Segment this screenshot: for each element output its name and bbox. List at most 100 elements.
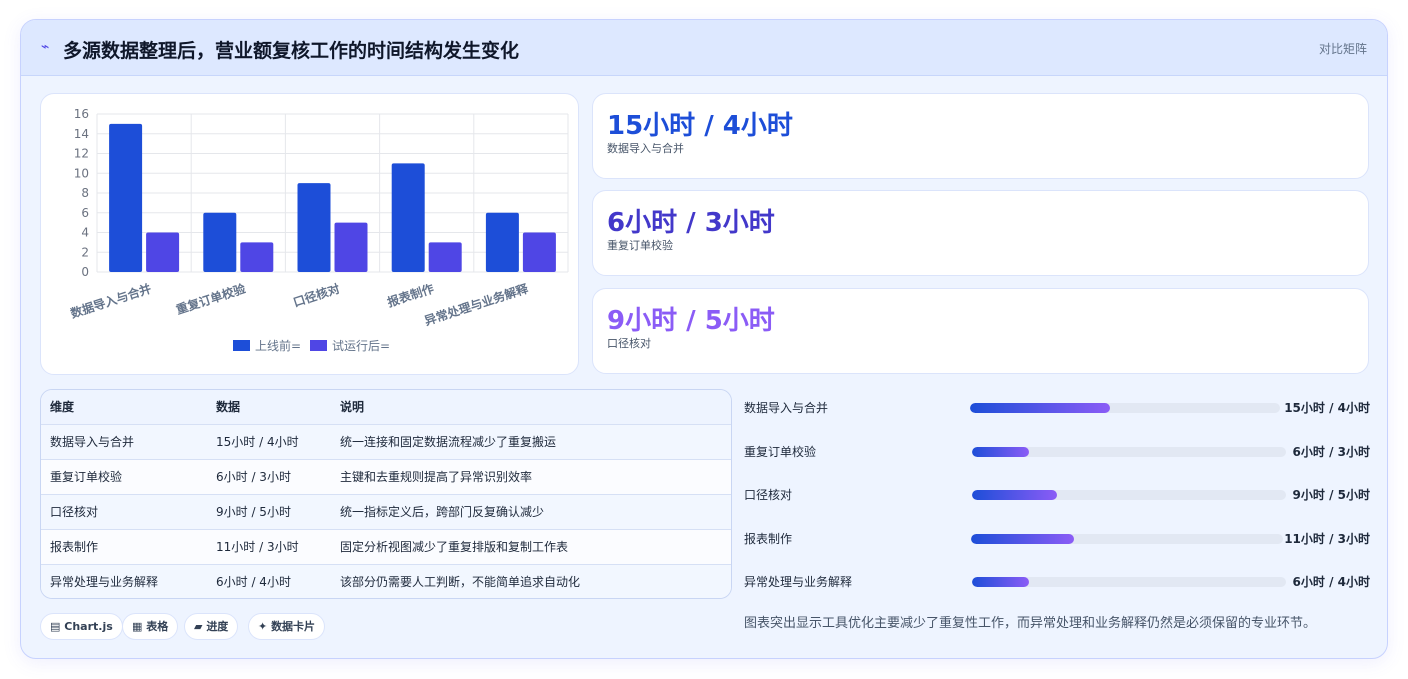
- bar-after: [334, 222, 368, 272]
- table-cell: 统一连接和固定数据流程减少了重复搬运: [331, 424, 731, 460]
- progress-label: 口径核对: [744, 488, 793, 502]
- stat-card-import: 15小时 / 4小时 数据导入与合并: [592, 93, 1369, 179]
- sparkle-icon: ✦: [258, 620, 268, 633]
- table-row: 报表制作 11小时 / 3小时 固定分析视图减少了重复排版和复制工作表: [41, 529, 731, 565]
- progress-fill: [970, 403, 1110, 413]
- bar-chart: 0 2 4 6 8 10 12 14 16 数据导入与合并 重复订单校验 口径核对 报表制作异常处理与业…: [68, 107, 569, 353]
- table-row: 口径核对 9小时 / 5小时 统一指标定义后，跨部门反复确认减少: [41, 494, 731, 530]
- x-tick-label: 数据导入与合并: [68, 281, 153, 321]
- table-cell: 该部分仍需要人工判断，不能简单追求自动化: [331, 564, 731, 598]
- x-tick-label: 报表制作: [385, 281, 435, 310]
- progress-track: [970, 403, 1280, 413]
- progress-value: 9小时 / 5小时: [1292, 488, 1370, 502]
- bar-after: [146, 232, 180, 272]
- bar-before: [391, 163, 425, 272]
- progress-value: 6小时 / 4小时: [1292, 575, 1370, 589]
- bar-chart-card: 0 2 4 6 8 10 12 14 16 数据导入与合并 重复订单校验 口径核对 报表制作 异常处理与业…: [40, 93, 579, 375]
- chip-data-cards[interactable]: ✦ 数据卡片: [248, 613, 326, 640]
- stat-label: 口径核对: [607, 337, 651, 350]
- bar-after: [240, 242, 274, 272]
- progress-row: 异常处理与业务解释 6小时 / 4小时: [744, 571, 1370, 591]
- chip-chartjs[interactable]: ▤ Chart.js: [40, 613, 123, 640]
- table-header-row: 维度 数据 说明: [41, 390, 731, 425]
- column-header: 说明: [331, 390, 731, 425]
- progress-fill: [972, 447, 1029, 457]
- table-row: 数据导入与合并 15小时 / 4小时 统一连接和固定数据流程减少了重复搬运: [41, 424, 731, 460]
- table-cell: 6小时 / 3小时: [207, 459, 331, 495]
- progress-label: 异常处理与业务解释: [744, 575, 853, 589]
- bar-before: [297, 183, 331, 272]
- column-header: 数据: [207, 390, 331, 425]
- legend-label: 上线前=: [255, 338, 301, 353]
- progress-label: 重复订单校验: [744, 445, 817, 459]
- table-cell: 15小时 / 4小时: [207, 424, 331, 460]
- progress-fill: [972, 490, 1057, 500]
- header-tag: 对比矩阵: [1318, 42, 1367, 56]
- progress-track: [971, 534, 1283, 544]
- table-cell: 重复订单校验: [41, 459, 207, 495]
- chip-label: 表格: [146, 620, 169, 633]
- y-tick-label: 14: [74, 127, 89, 141]
- stat-value: 15小时 / 4小时: [607, 111, 793, 141]
- bar-before: [485, 212, 519, 272]
- table-cell: 数据导入与合并: [41, 424, 207, 460]
- progress-fill: [971, 534, 1074, 544]
- comparison-table: 维度 数据 说明 数据导入与合并 15小时 / 4小时 统一连接和固定数据流程减…: [40, 389, 732, 599]
- stat-value: 6小时 / 3小时: [607, 208, 775, 238]
- table-cell: 统一指标定义后，跨部门反复确认减少: [331, 494, 731, 530]
- table-cell: 口径核对: [41, 494, 207, 530]
- y-tick-label: 4: [81, 226, 89, 240]
- chip-label: Chart.js: [64, 620, 113, 633]
- progress-fill: [972, 577, 1029, 587]
- legend-swatch: [233, 340, 250, 351]
- progress-row: 数据导入与合并 15小时 / 4小时: [744, 397, 1370, 417]
- progress-track: [972, 490, 1286, 500]
- table-row: 重复订单校验 6小时 / 3小时 主键和去重规则提高了异常识别效率: [41, 459, 731, 495]
- y-tick-label: 10: [74, 166, 89, 180]
- x-tick-label: 异常处理与业务解释: [422, 280, 530, 328]
- table-row: 异常处理与业务解释 6小时 / 4小时 该部分仍需要人工判断，不能简单追求自动化: [41, 564, 731, 598]
- legend-swatch: [310, 340, 327, 351]
- y-tick-label: 8: [81, 186, 89, 200]
- progress-row: 口径核对 9小时 / 5小时: [744, 484, 1370, 504]
- table-cell: 9小时 / 5小时: [207, 494, 331, 530]
- bar-after: [428, 242, 462, 272]
- progress-icon: ▰: [194, 620, 203, 633]
- table-icon: ▦: [132, 620, 143, 633]
- progress-row: 报表制作 11小时 / 3小时: [744, 528, 1370, 548]
- table-cell: 固定分析视图减少了重复排版和复制工作表: [331, 529, 731, 565]
- bar-before: [203, 212, 237, 272]
- chip-label: 进度: [206, 620, 229, 633]
- table-cell: 11小时 / 3小时: [207, 529, 331, 565]
- stat-card-dedupe: 6小时 / 3小时 重复订单校验: [592, 190, 1369, 276]
- table-cell: 异常处理与业务解释: [41, 564, 207, 598]
- summary-note: 图表突出显示工具优化主要减少了重复性工作，而异常处理和业务解释仍然是必须保留的专…: [744, 616, 1317, 631]
- progress-value: 6小时 / 3小时: [1292, 445, 1370, 459]
- stat-value: 9小时 / 5小时: [607, 306, 775, 336]
- stat-label: 重复订单校验: [607, 239, 673, 252]
- y-tick-label: 6: [81, 206, 89, 220]
- table-cell: 6小时 / 4小时: [207, 564, 331, 598]
- panel-header: ⌁ 多源数据整理后，营业额复核工作的时间结构发生变化 对比矩阵: [21, 20, 1387, 76]
- y-tick-label: 2: [81, 245, 89, 259]
- bar-after: [522, 232, 556, 272]
- sparkline-icon: ⌁: [41, 39, 50, 55]
- progress-label: 报表制作: [744, 532, 793, 546]
- x-tick-label: 口径核对: [291, 281, 341, 310]
- table-cell: 主键和去重规则提高了异常识别效率: [331, 459, 731, 495]
- legend-label: 试运行后=: [332, 338, 390, 353]
- x-tick-label: 重复订单校验: [174, 280, 248, 317]
- progress-track: [972, 577, 1286, 587]
- chart-icon: ▤: [50, 620, 61, 633]
- y-tick-label: 12: [74, 147, 89, 161]
- stat-card-caliber: 9小时 / 5小时 口径核对: [592, 288, 1369, 374]
- progress-row: 重复订单校验 6小时 / 3小时: [744, 441, 1370, 461]
- progress-label: 数据导入与合并: [744, 401, 829, 415]
- chip-label: 数据卡片: [271, 620, 316, 633]
- progress-value: 15小时 / 4小时: [1284, 401, 1370, 415]
- column-header: 维度: [41, 390, 207, 425]
- progress-track: [972, 447, 1286, 457]
- y-tick-label: 16: [74, 107, 89, 121]
- chip-table[interactable]: ▦ 表格: [122, 613, 179, 640]
- chip-progress[interactable]: ▰ 进度: [184, 613, 239, 640]
